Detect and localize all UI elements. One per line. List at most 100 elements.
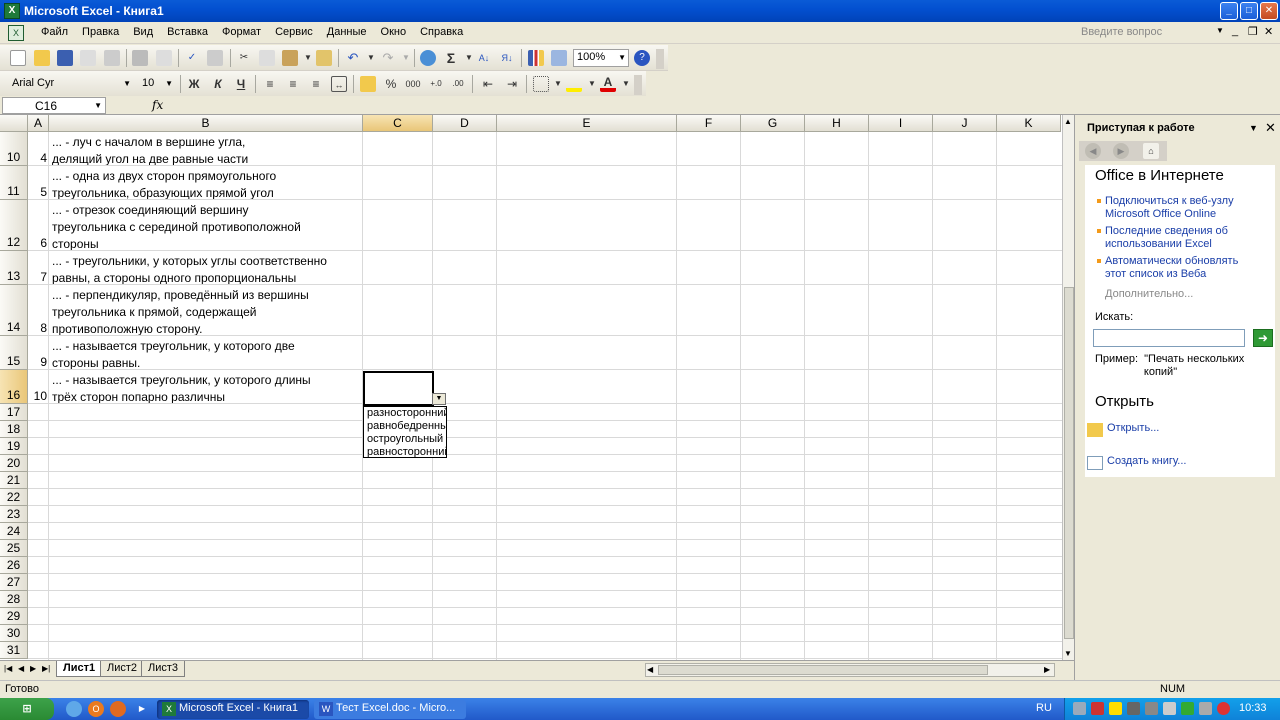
underline-button[interactable]: Ч — [233, 76, 249, 92]
workbook-icon[interactable]: X — [8, 25, 24, 41]
row-header[interactable]: 31 — [0, 642, 28, 659]
align-right-icon[interactable]: ≡ — [308, 76, 324, 92]
borders-dropdown-icon[interactable]: ▼ — [550, 76, 566, 92]
bold-button[interactable]: Ж — [186, 76, 202, 92]
help-icon[interactable]: ? — [634, 50, 650, 66]
cell-b[interactable]: ... - луч с началом в вершине угла, деля… — [50, 132, 363, 166]
doc-restore-icon[interactable]: ❐ — [1248, 25, 1258, 38]
row-header[interactable]: 21 — [0, 472, 28, 489]
row-header[interactable]: 25 — [0, 540, 28, 557]
row-header[interactable]: 14 — [0, 285, 28, 336]
copy-icon[interactable] — [259, 50, 275, 66]
scroll-left-icon[interactable]: ◀ — [647, 665, 653, 674]
increase-indent-icon[interactable]: ⇥ — [504, 76, 520, 92]
task-pane-close-icon[interactable]: ✕ — [1265, 120, 1276, 136]
prev-sheet-icon[interactable]: ◀ — [18, 664, 24, 673]
doc-close-icon[interactable]: ✕ — [1264, 25, 1273, 38]
sort-ascending-icon[interactable]: A↓ — [476, 50, 492, 66]
borders-icon[interactable] — [533, 76, 549, 92]
row-header[interactable]: 26 — [0, 557, 28, 574]
menu-insert[interactable]: Вставка — [160, 26, 215, 38]
column-header-k[interactable]: K — [997, 115, 1061, 132]
cell-a[interactable]: 5 — [28, 166, 49, 200]
font-color-dropdown-icon[interactable]: ▼ — [618, 76, 634, 92]
open-link[interactable]: Открыть... — [1107, 422, 1159, 434]
row-header[interactable]: 15 — [0, 336, 28, 370]
autosum-icon[interactable]: Σ — [443, 50, 459, 66]
row-header[interactable]: 24 — [0, 523, 28, 540]
align-left-icon[interactable]: ≡ — [262, 76, 278, 92]
ask-dropdown-icon[interactable]: ▼ — [1216, 26, 1224, 35]
cell-b[interactable]: ... - отрезок соединяющий вершину треуго… — [50, 200, 363, 251]
font-size-dropdown-icon[interactable]: ▼ — [165, 79, 173, 88]
redo-dropdown-icon[interactable]: ▼ — [398, 50, 414, 66]
task-excel[interactable]: X Microsoft Excel - Книга1 — [157, 700, 309, 719]
sort-descending-icon[interactable]: Я↓ — [499, 50, 515, 66]
column-header-b[interactable]: B — [49, 115, 363, 132]
zoom-combo[interactable]: 100% ▼ — [573, 49, 629, 67]
open-folder-icon[interactable] — [34, 50, 50, 66]
row-header[interactable]: 11 — [0, 166, 28, 200]
language-indicator[interactable]: RU — [1036, 702, 1052, 714]
spreadsheet-grid[interactable]: A B C D E F G H I J K 10 4... - луч с началом в верш… — [0, 115, 1062, 660]
chart-wizard-icon[interactable] — [528, 50, 544, 66]
menu-format[interactable]: Формат — [215, 26, 268, 38]
vertical-scroll-thumb[interactable] — [1064, 287, 1074, 639]
column-header-g[interactable]: G — [741, 115, 805, 132]
ask-question-input[interactable]: Введите вопрос — [1078, 25, 1228, 42]
horizontal-scrollbar[interactable]: ◀ ▶ — [645, 663, 1055, 677]
print-preview-icon[interactable] — [156, 50, 172, 66]
firefox-icon[interactable] — [110, 701, 126, 717]
sheet-tab-1[interactable]: Лист1 — [56, 661, 103, 677]
row-header[interactable]: 29 — [0, 608, 28, 625]
next-sheet-icon[interactable]: ▶ — [30, 664, 36, 673]
font-dropdown-icon[interactable]: ▼ — [123, 79, 131, 88]
print-icon[interactable] — [132, 50, 148, 66]
create-workbook-link[interactable]: Создать книгу... — [1107, 455, 1186, 467]
column-header-e[interactable]: E — [497, 115, 677, 132]
column-header-h[interactable]: H — [805, 115, 869, 132]
forward-icon[interactable]: ▶ — [1113, 143, 1129, 159]
menu-data[interactable]: Данные — [320, 26, 374, 38]
column-header-f[interactable]: F — [677, 115, 741, 132]
decrease-indent-icon[interactable]: ⇤ — [480, 76, 496, 92]
name-box[interactable]: C16 ▼ — [2, 97, 106, 114]
quicklaunch-expand-icon[interactable]: ▶ — [134, 701, 150, 717]
row-header[interactable]: 10 — [0, 132, 28, 166]
tray-icon-opera[interactable] — [1217, 702, 1230, 715]
research-icon[interactable] — [207, 50, 223, 66]
minimize-button[interactable]: _ — [1220, 2, 1238, 20]
font-color-icon[interactable]: A — [600, 76, 616, 92]
spelling-icon[interactable]: ✓ — [184, 50, 200, 66]
tray-icon-device[interactable] — [1163, 702, 1176, 715]
menu-tools[interactable]: Сервис — [268, 26, 320, 38]
dropdown-option[interactable]: равносторонний — [364, 446, 446, 457]
row-header[interactable]: 12 — [0, 200, 28, 251]
opera-icon[interactable]: O — [88, 701, 104, 717]
row-header[interactable]: 23 — [0, 506, 28, 523]
vertical-scrollbar[interactable]: ▲ ▼ — [1062, 115, 1074, 662]
cell-a[interactable]: 7 — [28, 251, 49, 285]
thousands-separator-icon[interactable]: 000 — [405, 76, 421, 92]
cell-b[interactable]: ... - называется треугольник, у которого… — [50, 336, 363, 370]
row-header[interactable]: 20 — [0, 455, 28, 472]
menu-window[interactable]: Окно — [374, 26, 414, 38]
search-go-icon[interactable]: ➜ — [1253, 329, 1273, 347]
show-desktop-icon[interactable] — [66, 701, 82, 717]
last-sheet-icon[interactable]: ▶| — [42, 664, 50, 673]
percent-icon[interactable]: % — [383, 76, 399, 92]
fill-color-dropdown-icon[interactable]: ▼ — [584, 76, 600, 92]
tray-icon-update[interactable] — [1181, 702, 1194, 715]
redo-icon[interactable]: ↷ — [380, 50, 396, 66]
doc-minimize-icon[interactable]: _ — [1232, 25, 1238, 37]
insert-function-icon[interactable]: fx — [152, 98, 163, 112]
column-header-a[interactable]: A — [28, 115, 49, 132]
back-icon[interactable]: ◀ — [1085, 143, 1101, 159]
clock[interactable]: 10:33 — [1239, 702, 1267, 714]
cell-a[interactable]: 9 — [28, 336, 49, 370]
cell-a[interactable]: 6 — [28, 200, 49, 251]
column-header-c[interactable]: C — [363, 115, 433, 132]
row-header[interactable]: 17 — [0, 404, 28, 421]
autosum-dropdown-icon[interactable]: ▼ — [461, 50, 477, 66]
cell-b[interactable]: ... - треугольники, у которых углы соотв… — [50, 251, 363, 285]
